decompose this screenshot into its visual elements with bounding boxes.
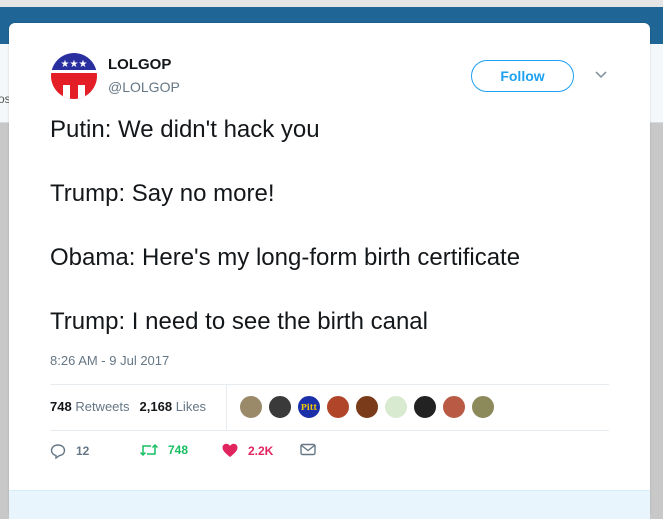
like-count: 2.2K	[248, 443, 274, 458]
retweets-label: Retweets	[75, 399, 130, 414]
tweet-line: Putin: We didn't hack you	[50, 116, 320, 143]
tweet-text: Putin: We didn't hack you Trump: Say no …	[50, 114, 630, 370]
divider	[50, 384, 609, 385]
author-avatar[interactable]: ★★★	[51, 53, 97, 99]
engagement-stats: 748 Retweets 2,168 Likes	[50, 399, 206, 414]
liker-avatar[interactable]	[268, 395, 292, 419]
follow-button[interactable]: Follow	[471, 60, 574, 92]
liker-avatar[interactable]	[413, 395, 437, 419]
liker-avatar[interactable]	[471, 395, 495, 419]
tweet-card: ★★★ LOLGOP @LOLGOP Follow Putin: We didn…	[9, 23, 650, 519]
reply-count: 12	[76, 444, 90, 458]
author-handle[interactable]: @LOLGOP	[108, 79, 180, 95]
heart-icon	[222, 443, 238, 457]
retweet-count: 748	[168, 443, 189, 457]
retweets-count: 748	[50, 399, 72, 414]
liker-avatar[interactable]	[239, 395, 263, 419]
retweet-button[interactable]: 748	[140, 443, 188, 457]
svg-text:★★★: ★★★	[61, 59, 88, 70]
like-button[interactable]: 2.2K	[222, 443, 273, 458]
liker-avatar[interactable]	[442, 395, 466, 419]
stats-separator	[226, 384, 227, 430]
reply-icon	[50, 444, 66, 459]
retweets-stat[interactable]: 748 Retweets	[50, 399, 130, 414]
divider	[50, 430, 609, 431]
direct-message-button[interactable]	[300, 443, 326, 456]
author-name[interactable]: LOLGOP	[108, 56, 171, 73]
gop-elephant-icon: ★★★	[51, 53, 97, 99]
likes-stat[interactable]: 2,168 Likes	[140, 399, 207, 414]
tweet-line: Trump: I need to see the birth canal	[50, 308, 428, 335]
liker-avatar[interactable]	[326, 395, 350, 419]
likes-label: Likes	[175, 399, 207, 414]
tweet-line: Obama: Here's my long-form birth certifi…	[50, 244, 521, 271]
reply-button[interactable]: 12	[50, 443, 89, 459]
liker-avatar[interactable]: Pitt	[297, 395, 321, 419]
envelope-icon	[300, 443, 316, 456]
tweet-actions: 12 748 2.2K	[50, 443, 450, 463]
liker-avatar[interactable]	[384, 395, 408, 419]
liker-avatar[interactable]	[355, 395, 379, 419]
reply-area-strip	[9, 490, 650, 519]
chevron-down-icon[interactable]	[594, 68, 608, 82]
retweet-icon	[140, 443, 158, 457]
likes-count: 2,168	[139, 399, 173, 414]
tweet-line: Trump: Say no more!	[50, 180, 275, 207]
tweet-timestamp[interactable]: 8:26 AM - 9 Jul 2017	[50, 353, 169, 368]
